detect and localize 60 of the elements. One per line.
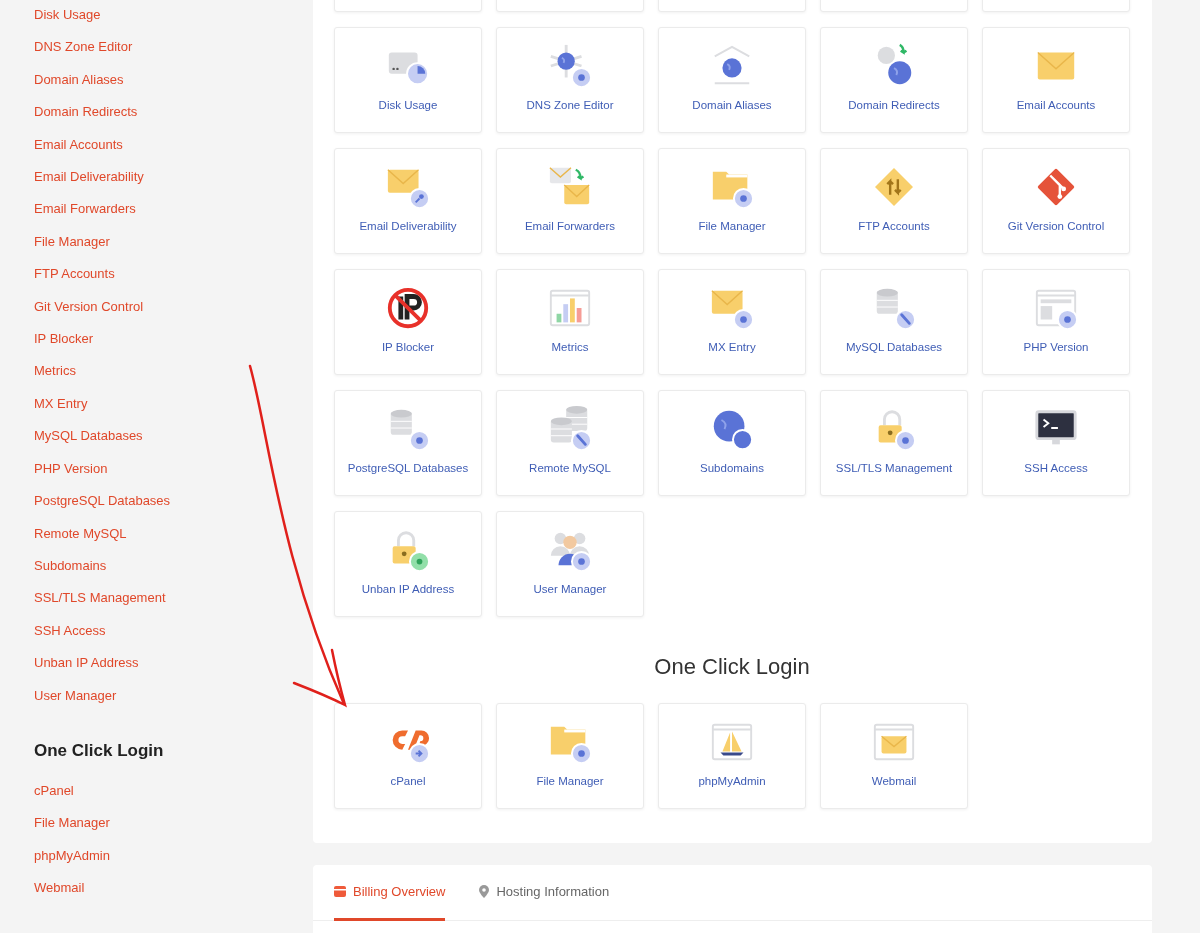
login-tile[interactable]: phpMyAdmin (658, 703, 806, 809)
tool-tile[interactable]: Email Forwarders (496, 148, 644, 254)
globe-gear-icon (547, 43, 593, 89)
login-tile[interactable]: Webmail (820, 703, 968, 809)
tool-tile[interactable]: SSH Access (982, 390, 1130, 496)
sidebar-link[interactable]: Remote MySQL (34, 517, 127, 550)
tool-tile[interactable]: Domain Redirects (820, 27, 968, 133)
sidebar-heading: One Click Login (34, 739, 164, 762)
tool-tile[interactable]: FTP Accounts (820, 148, 968, 254)
sidebar-link[interactable]: Email Forwarders (34, 193, 136, 226)
sidebar-link[interactable]: SSH Access (34, 614, 106, 648)
sidebar-link[interactable]: SSL/TLS Management (34, 582, 166, 615)
tool-tile[interactable]: Remote MySQL (496, 390, 644, 496)
tool-tile[interactable]: PHP Version (982, 269, 1130, 375)
tool-tile[interactable]: Email Deliverability (334, 148, 482, 254)
sidebar-link[interactable]: IP Blocker (34, 323, 93, 356)
sidebar-link[interactable]: User Manager (34, 679, 117, 712)
sidebar-link[interactable]: FTP Accounts (34, 258, 115, 291)
sidebar-link[interactable]: cPanel (34, 774, 74, 808)
tool-tile[interactable]: File Manager (658, 148, 806, 254)
sidebar-link[interactable]: Subdomains (34, 549, 107, 583)
section-heading: One Click Login (653, 653, 811, 681)
tool-tile[interactable]: Subdomains (658, 390, 806, 496)
wallet-icon (334, 886, 346, 897)
map-pin-icon (479, 885, 490, 898)
tool-tile[interactable]: Disk Usage (334, 27, 482, 133)
tool-tile[interactable]: PostgreSQL Databases (334, 390, 482, 496)
sidebar-link[interactable]: Metrics (34, 355, 76, 388)
sidebar-link[interactable]: File Manager (34, 807, 110, 840)
sidebar-link[interactable]: MySQL Databases (34, 420, 143, 453)
tool-tile[interactable]: DNS Zone Editor (496, 27, 644, 133)
tool-tile[interactable]: SSL/TLS Management (820, 390, 968, 496)
sidebar-link[interactable]: Domain Aliases (34, 63, 124, 97)
sidebar-link[interactable]: Domain Redirects (34, 96, 138, 129)
tool-tile[interactable]: Git Version Control (982, 148, 1130, 254)
sidebar-link[interactable]: PostgreSQL Databases (34, 485, 171, 518)
tool-tile[interactable]: Domain Aliases (658, 27, 806, 133)
tool-tile[interactable]: Unban IP Address (334, 511, 482, 617)
sidebar-link[interactable]: Unban IP Address (34, 647, 139, 680)
sidebar-link[interactable]: Webmail (34, 872, 85, 905)
tab[interactable]: Hosting Information (479, 865, 610, 921)
sidebar-link[interactable]: phpMyAdmin (34, 839, 110, 873)
sidebar-link[interactable]: Email Deliverability (34, 161, 144, 194)
sidebar-link[interactable]: Email Accounts (34, 128, 123, 162)
prohibited-icon (385, 285, 431, 331)
tool-tile[interactable]: MX Entry (658, 269, 806, 375)
tool-tile[interactable]: Metrics (496, 269, 644, 375)
tool-tile[interactable]: IP Blocker (334, 269, 482, 375)
login-tile[interactable]: File Manager (496, 703, 644, 809)
sidebar-link[interactable]: Disk Usage (34, 0, 101, 32)
tool-tile[interactable]: Email Accounts (982, 27, 1130, 133)
tool-tile[interactable]: User Manager (496, 511, 644, 617)
tab[interactable]: Billing Overview (334, 865, 446, 921)
sidebar-link[interactable]: MX Entry (34, 387, 88, 421)
sidebar-link[interactable]: PHP Version (34, 452, 108, 486)
sidebar-link[interactable]: DNS Zone Editor (34, 31, 133, 64)
sidebar-link[interactable]: Git Version Control (34, 290, 144, 324)
login-tile[interactable]: cPanel (334, 703, 482, 809)
tool-tile[interactable]: MySQL Databases (820, 269, 968, 375)
sidebar-link[interactable]: File Manager (34, 225, 110, 259)
